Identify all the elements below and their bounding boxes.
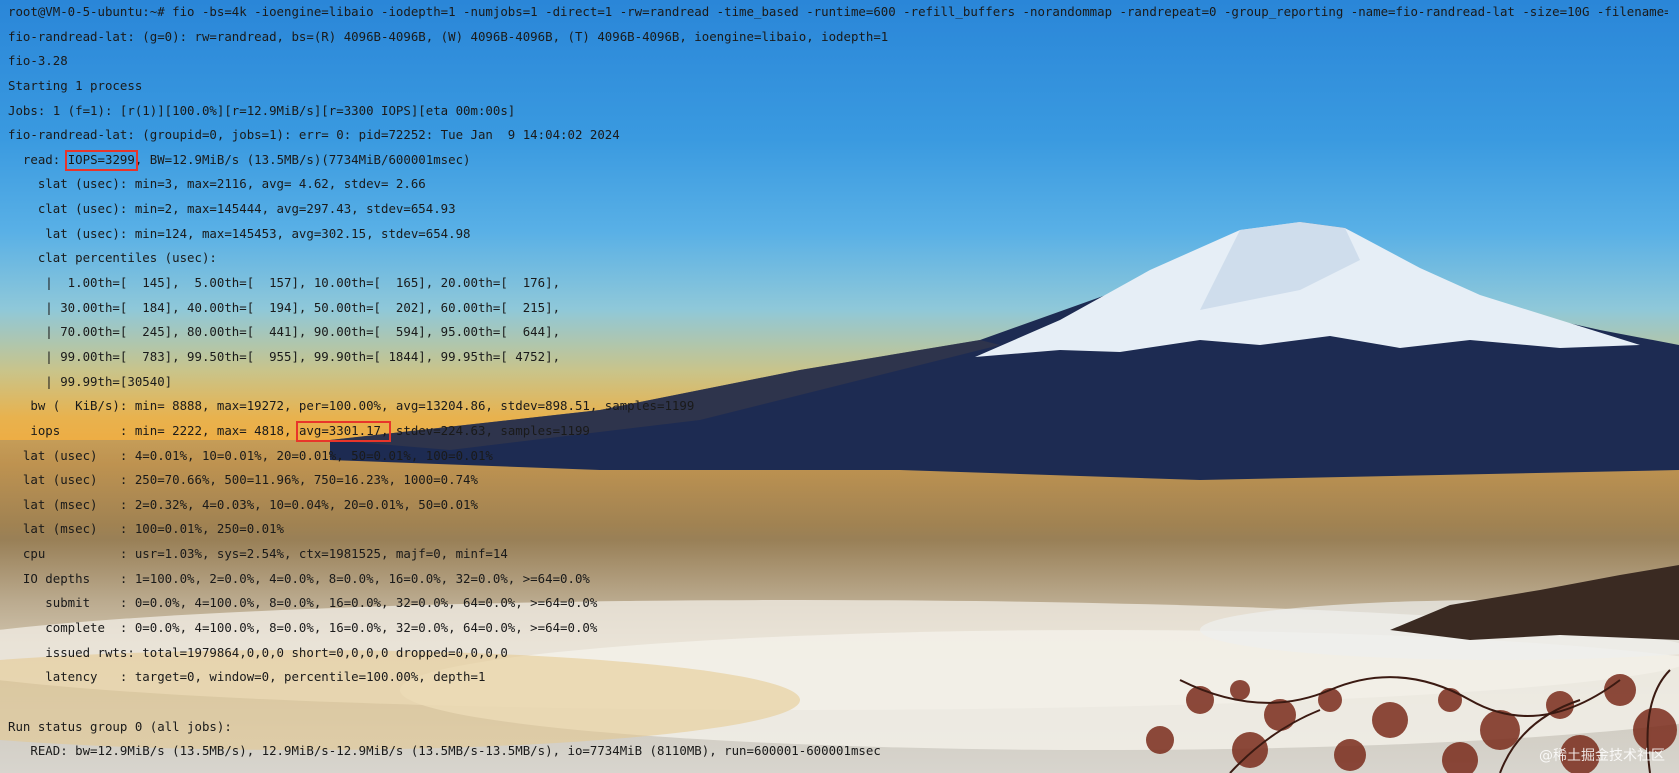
terminal-line: read: IOPS=3299, BW=12.9MiB/s (13.5MB/s)… xyxy=(8,148,1668,173)
terminal-line: lat (usec) : 250=70.66%, 500=11.96%, 750… xyxy=(8,472,478,488)
terminal-line: slat (usec): min=3, max=2116, avg= 4.62,… xyxy=(8,176,426,192)
line-text: stdev=224.63, samples=1199 xyxy=(388,422,590,438)
terminal-line: issued rwts: total=1979864,0,0,0 short=0… xyxy=(8,644,508,660)
terminal-line: | 99.99th=[30540] xyxy=(8,373,173,389)
terminal-output: root@VM-0-5-ubuntu:~# fio -bs=4k -ioengi… xyxy=(8,0,1668,764)
terminal-line: IO depths : 1=100.0%, 2=0.0%, 4=0.0%, 8=… xyxy=(8,570,590,586)
terminal-line: Starting 1 process xyxy=(8,77,143,93)
terminal-line: latency : target=0, window=0, percentile… xyxy=(8,669,486,685)
terminal-line: submit : 0=0.0%, 4=100.0%, 8=0.0%, 16=0.… xyxy=(8,595,598,611)
line-text: iops : min= 2222, max= 4818, xyxy=(8,422,299,438)
terminal-line: | 1.00th=[ 145], 5.00th=[ 157], 10.00th=… xyxy=(8,275,561,291)
terminal-line: lat (usec) : 4=0.01%, 10=0.01%, 20=0.01%… xyxy=(8,447,493,463)
terminal-line: fio-randread-lat: (groupid=0, jobs=1): e… xyxy=(8,127,620,143)
terminal-line: READ: bw=12.9MiB/s (13.5MB/s), 12.9MiB/s… xyxy=(8,743,881,759)
terminal-line: cpu : usr=1.03%, sys=2.54%, ctx=1981525,… xyxy=(8,546,508,562)
terminal-line: bw ( KiB/s): min= 8888, max=19272, per=1… xyxy=(8,398,695,414)
terminal-line: | 70.00th=[ 245], 80.00th=[ 441], 90.00t… xyxy=(8,324,561,340)
watermark: @稀土掘金技术社区 xyxy=(1539,748,1665,764)
highlighted-value: IOPS=3299 xyxy=(64,148,138,173)
line-text: read: xyxy=(8,151,68,167)
terminal-line: clat (usec): min=2, max=145444, avg=297.… xyxy=(8,201,456,217)
terminal-line: iops : min= 2222, max= 4818, avg=3301.17… xyxy=(8,419,1668,444)
terminal-line: | 30.00th=[ 184], 40.00th=[ 194], 50.00t… xyxy=(8,299,561,315)
terminal-line: lat (msec) : 100=0.01%, 250=0.01% xyxy=(8,521,285,537)
terminal-line: Jobs: 1 (f=1): [r(1)][100.0%][r=12.9MiB/… xyxy=(8,102,516,118)
line-text: , BW=12.9MiB/s (13.5MB/s)(7734MiB/600001… xyxy=(134,151,471,167)
terminal-line: | 99.00th=[ 783], 99.50th=[ 955], 99.90t… xyxy=(8,348,561,364)
highlighted-value: avg=3301.17, xyxy=(295,419,391,444)
terminal-line: clat percentiles (usec): xyxy=(8,250,217,266)
terminal-line: complete : 0=0.0%, 4=100.0%, 8=0.0%, 16=… xyxy=(8,620,598,636)
terminal-line: fio-randread-lat: (g=0): rw=randread, bs… xyxy=(8,28,889,44)
terminal-line: lat (usec): min=124, max=145453, avg=302… xyxy=(8,225,471,241)
terminal-line: fio-3.28 xyxy=(8,53,68,69)
terminal-line: Run status group 0 (all jobs): xyxy=(8,718,232,734)
terminal-line: root@VM-0-5-ubuntu:~# fio -bs=4k -ioengi… xyxy=(8,4,1668,19)
terminal-line: lat (msec) : 2=0.32%, 4=0.03%, 10=0.04%,… xyxy=(8,496,478,512)
